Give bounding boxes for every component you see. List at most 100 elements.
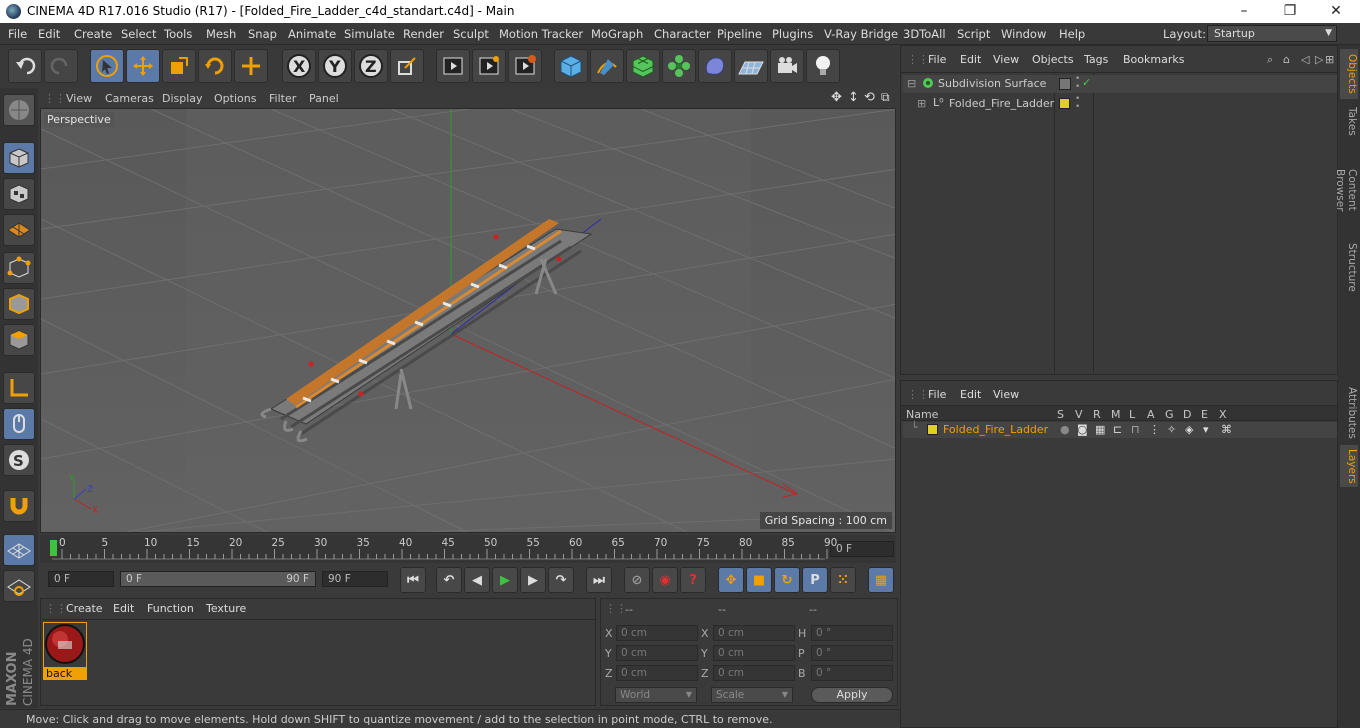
vp-menu-cameras[interactable]: Cameras — [105, 92, 154, 105]
model-mode-icon[interactable] — [3, 142, 35, 174]
layout-select[interactable]: Startup ▼ — [1207, 25, 1337, 42]
back-icon[interactable]: ◁ — [1301, 53, 1309, 66]
lock-icon[interactable]: ⊓ — [1131, 423, 1140, 436]
tab-attributes[interactable]: Attributes — [1340, 383, 1358, 443]
key-position-icon[interactable]: ✥ — [718, 567, 744, 593]
play-icon[interactable]: ▶ — [492, 567, 518, 593]
world-select[interactable]: World ▼ — [615, 687, 697, 703]
vp-menu-filter[interactable]: Filter — [269, 92, 296, 105]
key-pla-icon[interactable]: ⁙ — [830, 567, 856, 593]
key-parameter-icon[interactable]: P — [802, 567, 828, 593]
pen-icon[interactable] — [590, 49, 624, 83]
vp-zoom-icon[interactable]: ↕ — [848, 90, 859, 105]
object-row-subdivision[interactable]: ⊟ Subdivision Surface • • ✓ — [903, 75, 1337, 93]
render-picture-viewer-icon[interactable] — [472, 49, 506, 83]
timeline-window-icon[interactable]: ▦ — [868, 567, 894, 593]
menu-create[interactable]: Create — [74, 27, 112, 41]
vp-menu-options[interactable]: Options — [214, 92, 256, 105]
subdivision-icon[interactable] — [626, 49, 660, 83]
material-swatch-back[interactable]: back — [43, 622, 87, 680]
mat-menu-create[interactable]: Create — [66, 602, 103, 615]
playhead[interactable] — [50, 540, 57, 556]
z-axis-icon[interactable]: Z — [354, 49, 388, 83]
maximize-button[interactable]: ❐ — [1268, 1, 1312, 23]
menu-mesh[interactable]: Mesh — [206, 27, 236, 41]
tab-objects[interactable]: Objects — [1340, 49, 1358, 99]
tab-structure[interactable]: Structure — [1340, 239, 1358, 295]
tab-content-browser[interactable]: Content Browser — [1334, 143, 1358, 237]
animation-icon[interactable]: ⋮ — [1149, 423, 1160, 436]
rotation-p-field[interactable]: 0 ° — [811, 645, 893, 661]
obj-menu-objects[interactable]: Objects — [1032, 53, 1074, 66]
menu-sculpt[interactable]: Sculpt — [453, 27, 489, 41]
obj-menu-tags[interactable]: Tags — [1084, 53, 1108, 66]
generator-icon[interactable]: ✧ — [1167, 423, 1176, 436]
visibility-dots-icon[interactable]: • • — [1075, 95, 1080, 112]
texture-mode-icon[interactable] — [3, 178, 35, 210]
menu-simulate[interactable]: Simulate — [344, 27, 395, 41]
collapse-icon[interactable]: ⊟ — [907, 77, 916, 90]
polygons-mode-icon[interactable] — [3, 324, 35, 356]
previous-frame-icon[interactable]: ◀ — [464, 567, 490, 593]
object-row-ladder[interactable]: ⊞ L⁰ Folded_Fire_Ladder • • — [903, 95, 1337, 113]
layer-row[interactable]: └ Folded_Fire_Ladder ● ◙ ▦ ⊏ ⊓ ⋮ ✧ ◈ ▾ ⌘ — [903, 421, 1337, 438]
expression-icon[interactable]: ▾ — [1203, 423, 1209, 436]
start-frame-field[interactable]: 0 F — [48, 571, 114, 587]
axis-mode-icon[interactable] — [3, 372, 35, 404]
menu-motion-tracker[interactable]: Motion Tracker — [499, 27, 583, 41]
live-selection-icon[interactable] — [90, 49, 124, 83]
record-keys-disabled-icon[interactable]: ⊘ — [624, 567, 650, 593]
menu-3dtoall[interactable]: 3DToAll — [903, 27, 946, 41]
position-y-field[interactable]: 0 cm — [616, 645, 698, 661]
tweak-mode-icon[interactable] — [3, 408, 35, 440]
xref-icon[interactable]: ⌘ — [1221, 423, 1232, 436]
end-frame-field[interactable]: 90 F — [322, 571, 388, 587]
workplane-icon[interactable] — [3, 214, 35, 246]
perspective-viewport[interactable]: Y X Z Perspective Grid Spacing : 100 cm — [40, 108, 896, 533]
cloner-icon[interactable] — [662, 49, 696, 83]
frame-range-slider[interactable]: 0 F 90 F — [120, 571, 316, 587]
light-icon[interactable] — [806, 49, 840, 83]
make-editable-icon[interactable] — [3, 94, 35, 126]
size-z-field[interactable]: 0 cm — [713, 665, 795, 681]
deformer-toggle-icon[interactable]: ◈ — [1185, 423, 1193, 436]
render-clapper-icon[interactable]: ▦ — [1095, 423, 1105, 436]
magnet-icon[interactable] — [3, 490, 35, 522]
x-axis-icon[interactable]: X — [282, 49, 316, 83]
layer-color-chip[interactable] — [927, 424, 938, 435]
scale-select[interactable]: Scale ▼ — [711, 687, 793, 703]
add-icon[interactable] — [234, 49, 268, 83]
render-view-icon[interactable] — [436, 49, 470, 83]
layer-color-chip[interactable] — [1059, 98, 1070, 109]
keyframe-selection-icon[interactable]: ? — [680, 567, 706, 593]
manager-icon[interactable]: ⊏ — [1113, 423, 1122, 436]
menu-tools[interactable]: Tools — [164, 27, 192, 41]
menu-snap[interactable]: Snap — [248, 27, 277, 41]
menu-help[interactable]: Help — [1059, 27, 1085, 41]
layer-menu-edit[interactable]: Edit — [960, 388, 981, 401]
autokeying-icon[interactable]: ◉ — [652, 567, 678, 593]
vp-move-icon[interactable]: ✥ — [831, 90, 842, 105]
rotation-h-field[interactable]: 0 ° — [811, 625, 893, 641]
next-key-icon[interactable]: ↷ — [548, 567, 574, 593]
enabled-check-icon[interactable]: ✓ — [1082, 76, 1091, 89]
menu-render[interactable]: Render — [403, 27, 444, 41]
visibility-dots-icon[interactable]: • • — [1075, 75, 1080, 92]
obj-menu-file[interactable]: File — [928, 53, 946, 66]
vp-menu-view[interactable]: View — [66, 92, 92, 105]
menu-plugins[interactable]: Plugins — [772, 27, 813, 41]
menu-select[interactable]: Select — [121, 27, 156, 41]
tab-takes[interactable]: Takes — [1340, 101, 1358, 141]
key-rotation-icon[interactable]: ↻ — [774, 567, 800, 593]
scale-icon[interactable] — [162, 49, 196, 83]
redo-icon[interactable] — [44, 49, 78, 83]
close-button[interactable]: ✕ — [1314, 1, 1358, 23]
layer-menu-view[interactable]: View — [993, 388, 1019, 401]
current-frame-field[interactable]: 0 F — [830, 541, 894, 557]
obj-menu-edit[interactable]: Edit — [960, 53, 981, 66]
next-frame-icon[interactable]: ▶ — [520, 567, 546, 593]
menu-edit[interactable]: Edit — [38, 27, 60, 41]
lock-workplane-icon[interactable] — [3, 534, 35, 566]
size-x-field[interactable]: 0 cm — [713, 625, 795, 641]
menu-window[interactable]: Window — [1001, 27, 1046, 41]
